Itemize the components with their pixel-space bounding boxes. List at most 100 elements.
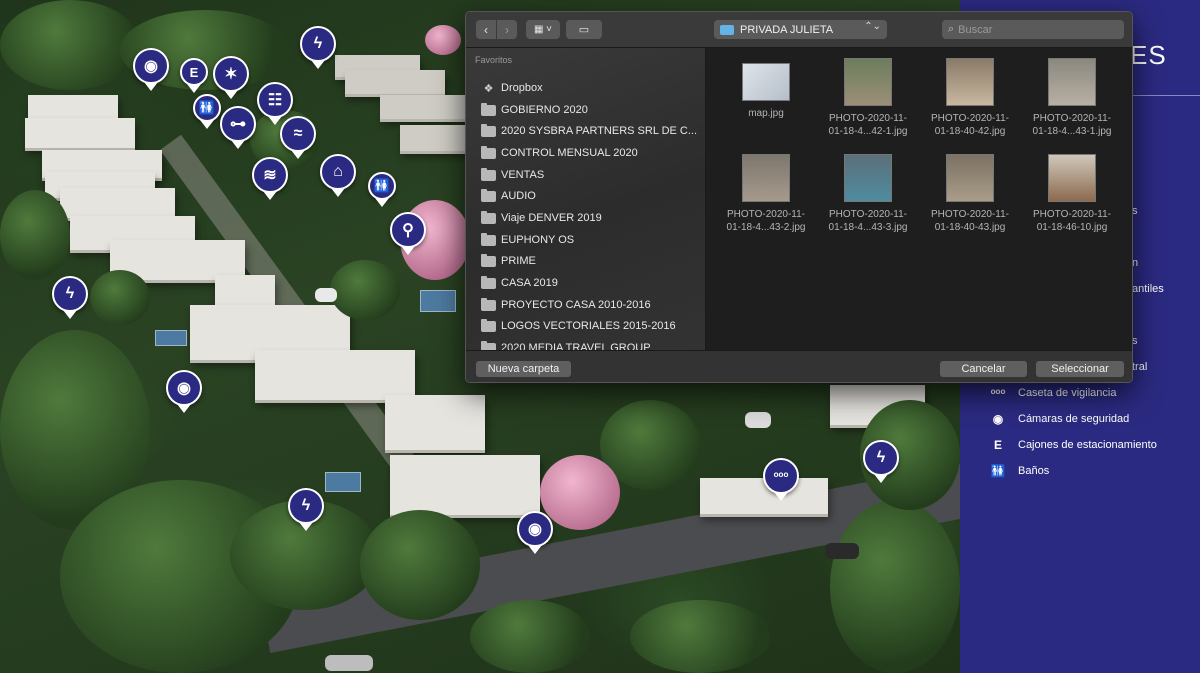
pin-glyph: ◉ (144, 58, 158, 75)
file-name: PHOTO-2020-11- 01-18-4...43-2.jpg (726, 209, 806, 233)
pool (155, 330, 187, 346)
parking-icon[interactable]: E (180, 58, 208, 86)
tree (0, 0, 140, 90)
file-item[interactable]: PHOTO-2020-11- 01-18-4...43-1.jpg (1022, 58, 1122, 138)
pin-glyph: ⌂ (333, 163, 343, 180)
electric-icon[interactable]: ϟ (52, 276, 88, 312)
sidebar-item-label: AUDIO (501, 190, 536, 202)
chevron-right-icon: › (505, 22, 509, 37)
favorites-sidebar: Favoritos ❖ Dropbox GOBIERNO 2020 2020 SY… (466, 48, 706, 354)
search-input[interactable] (958, 23, 1109, 36)
camera-icon[interactable]: ◉ (517, 511, 553, 547)
location-popup[interactable]: PRIVADA JULIETA ⌃⌄ (714, 20, 887, 39)
file-name: map.jpg (748, 108, 784, 119)
electric-icon[interactable]: ϟ (288, 488, 324, 524)
sidebar-item-folder[interactable]: AUDIO (481, 187, 536, 205)
legend-label: Cámaras de seguridad (1018, 413, 1130, 425)
sidebar-item-folder[interactable]: 2020 SYSBRA PARTNERS SRL DE C... (481, 122, 697, 140)
house (25, 118, 135, 148)
house (255, 350, 415, 400)
sidebar-item-folder[interactable]: PROYECTO CASA 2010-2016 (481, 296, 651, 314)
tree (470, 600, 590, 673)
select-button[interactable]: Seleccionar (1036, 361, 1124, 377)
folder-plus-icon: ▭ (578, 24, 590, 36)
file-item[interactable]: PHOTO-2020-11- 01-18-4...43-3.jpg (818, 154, 918, 234)
sidebar-item-label: PRIME (501, 255, 536, 267)
party-icon[interactable]: ✶ (213, 56, 249, 92)
tree (0, 190, 70, 280)
pin-glyph: 🚻 (198, 100, 216, 115)
pool-ladder-icon[interactable]: ☷ (257, 82, 293, 118)
house (345, 70, 445, 94)
restroom-icon[interactable]: 🚻 (368, 172, 396, 200)
pool (420, 290, 456, 312)
camera-icon[interactable]: ◉ (166, 370, 202, 406)
file-item[interactable]: PHOTO-2020-11- 01-18-4...42-1.jpg (818, 58, 918, 138)
sidebar-item-folder[interactable]: CASA 2019 (481, 274, 558, 292)
pin-glyph: ◉ (177, 380, 191, 397)
sidebar-item-folder[interactable]: LOGOS VECTORIALES 2015-2016 (481, 317, 676, 335)
dropbox-icon: ❖ (483, 82, 494, 95)
back-button[interactable]: ‹ (476, 20, 496, 39)
legend-item-cameras: ◉ Cámaras de seguridad (988, 412, 1130, 426)
legend-item-guardhouse: ᵒᵒᵒ Caseta de vigilancia (988, 386, 1117, 400)
restroom-icon[interactable]: 🚻 (193, 94, 221, 122)
folder-icon (481, 232, 496, 246)
sidebar-item-label: GOBIERNO 2020 (501, 104, 588, 116)
file-name: PHOTO-2020-11- 01-18-4...43-1.jpg (1032, 113, 1112, 137)
sidebar-item-label: 2020 SYSBRA PARTNERS SRL DE C... (501, 125, 698, 137)
file-item[interactable]: PHOTO-2020-11- 01-18-40-42.jpg (920, 58, 1020, 138)
forward-button[interactable]: › (497, 20, 517, 39)
file-item[interactable]: PHOTO-2020-11- 01-18-4...43-2.jpg (716, 154, 816, 234)
house (28, 95, 118, 119)
sidebar-item-folder[interactable]: EUPHONY OS (481, 231, 574, 249)
wifi-icon[interactable]: ≋ (252, 157, 288, 193)
folder-icon (481, 253, 496, 267)
sidebar-item-folder[interactable]: CONTROL MENSUAL 2020 (481, 144, 638, 162)
sidebar-item-folder[interactable]: GOBIERNO 2020 (481, 101, 588, 119)
sidebar-item-label: CONTROL MENSUAL 2020 (501, 147, 638, 159)
guardhouse-icon: ᵒᵒᵒ (990, 386, 1006, 400)
sidebar-item-dropbox[interactable]: ❖ Dropbox (481, 79, 543, 97)
pin-glyph: ⚲ (402, 222, 414, 239)
gym-icon[interactable]: ⊶ (220, 106, 256, 142)
house (380, 95, 470, 119)
file-item[interactable]: PHOTO-2020-11- 01-18-40-43.jpg (920, 154, 1020, 234)
sports-icon[interactable]: ⚲ (390, 212, 426, 248)
sidebar-item-label: VENTAS (501, 169, 545, 181)
search-field[interactable]: ⌕ (942, 20, 1124, 39)
cancel-button[interactable]: Cancelar (940, 361, 1027, 377)
folder-icon (481, 123, 496, 137)
legend-partial-text: antiles (1132, 283, 1164, 295)
legend-label: Cajones de estacionamiento (1018, 439, 1157, 451)
file-item[interactable]: PHOTO-2020-11- 01-18-46-10.jpg (1022, 154, 1122, 234)
new-folder-toolbar-button[interactable]: ▭ (566, 20, 602, 39)
pin-glyph: ϟ (301, 497, 311, 514)
sidebar-item-label: LOGOS VECTORIALES 2015-2016 (501, 320, 676, 332)
legend-label: Baños (1018, 465, 1050, 477)
pin-glyph: ϟ (313, 35, 323, 52)
legend-item-restrooms: 🚻 Baños (988, 464, 1050, 478)
guardhouse-icon[interactable]: ᵒᵒᵒ (763, 458, 799, 494)
pin-glyph: 🚻 (373, 178, 391, 193)
tree (330, 260, 400, 320)
camera-icon[interactable]: ◉ (133, 48, 169, 84)
sidebar-item-folder[interactable]: PRIME (481, 252, 536, 270)
folder-icon (720, 24, 734, 35)
pavilion-icon[interactable]: ⌂ (320, 154, 356, 190)
pin-glyph: ≈ (293, 125, 303, 142)
panel-title: ES (1130, 40, 1167, 70)
file-name: PHOTO-2020-11- 01-18-40-43.jpg (931, 209, 1009, 233)
new-folder-button[interactable]: Nueva carpeta (476, 361, 571, 377)
electric-icon[interactable]: ϟ (300, 26, 336, 62)
sidebar-item-folder[interactable]: VENTAS (481, 166, 544, 184)
file-item[interactable]: map.jpg (716, 58, 816, 120)
electric-icon[interactable]: ϟ (863, 440, 899, 476)
view-mode-button[interactable]: ▦ ˅ (526, 20, 560, 39)
sidebar-item-label: PROYECTO CASA 2010-2016 (501, 299, 651, 311)
swimming-icon[interactable]: ≈ (280, 116, 316, 152)
folder-icon (481, 275, 496, 289)
sidebar-item-folder[interactable]: Viaje DENVER 2019 (481, 209, 602, 227)
folder-icon (481, 145, 496, 159)
file-name: PHOTO-2020-11- 01-18-40-42.jpg (931, 113, 1009, 137)
